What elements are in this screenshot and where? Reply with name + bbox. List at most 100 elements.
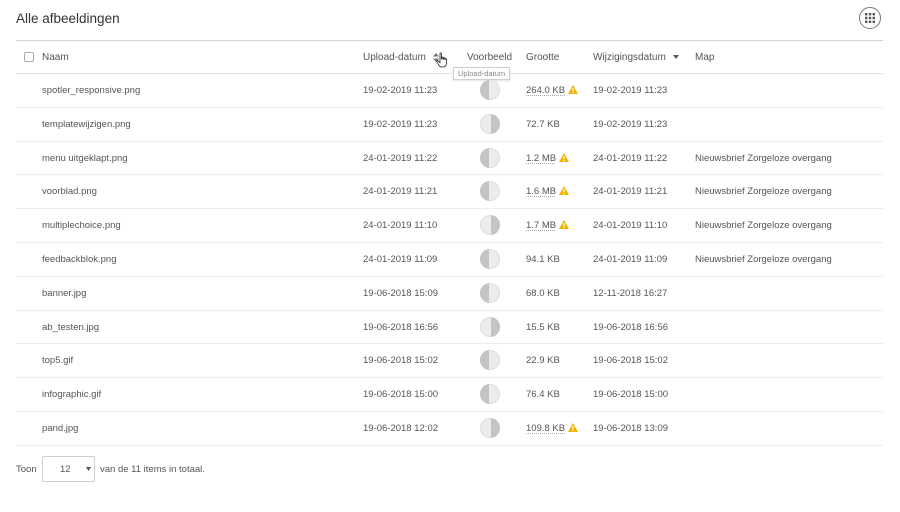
- table-row[interactable]: infographic.gif 19-06-2018 15:00 76.4 KB 19…: [16, 378, 883, 412]
- modified-date: 19-06-2018 15:02: [593, 355, 669, 367]
- grid-icon: [865, 13, 875, 23]
- upload-date: 19-06-2018 16:56: [363, 321, 439, 333]
- total-items-label: van de 11 items in totaal.: [100, 464, 205, 475]
- warning-icon: [568, 422, 579, 432]
- table-row[interactable]: banner.jpg 19-06-2018 15:09 68.0 KB 12-11-2…: [16, 277, 883, 311]
- image-preview-thumbnail[interactable]: [480, 80, 500, 100]
- file-size-value: 22.9 KB: [526, 355, 560, 367]
- file-size: 94.1 KB: [526, 254, 560, 265]
- folder-name: Nieuwsbrief Zorgeloze overgang: [695, 253, 832, 265]
- table-row[interactable]: templatewijzigen.png 19-02-2019 11:23 72.7…: [16, 108, 883, 142]
- file-size-value: 94.1 KB: [526, 253, 560, 265]
- show-label: Toon: [16, 464, 37, 475]
- image-preview-thumbnail[interactable]: [480, 350, 500, 371]
- file-name[interactable]: menu uitgeklapt.png: [42, 153, 128, 164]
- image-preview-thumbnail[interactable]: [480, 113, 500, 134]
- warning-icon: [559, 220, 570, 230]
- image-preview-thumbnail[interactable]: [480, 282, 500, 303]
- file-name[interactable]: ab_testen.jpg: [42, 322, 99, 333]
- table-row[interactable]: ab_testen.jpg 19-06-2018 16:56 15.5 KB 19-0…: [16, 311, 883, 345]
- table-row[interactable]: multiplechoice.png 24-01-2019 11:10 1.7 MB…: [16, 209, 883, 243]
- column-header-preview: Voorbeeld: [467, 52, 513, 63]
- file-name[interactable]: pand.jpg: [42, 423, 78, 434]
- file-size-value: 68.0 KB: [526, 287, 560, 299]
- upload-date: 19-06-2018 15:00: [363, 389, 439, 401]
- table-row[interactable]: voorblad.png 24-01-2019 11:21 1.6 MB 24-01-…: [16, 175, 883, 210]
- chevron-down-icon: [86, 467, 91, 471]
- select-all-checkbox[interactable]: [24, 52, 34, 62]
- modified-date: 19-02-2019 11:23: [593, 85, 668, 96]
- upload-date: 24-01-2019 11:21: [363, 186, 438, 198]
- file-name[interactable]: feedbackblok.png: [42, 254, 116, 265]
- table-row[interactable]: feedbackblok.png 24-01-2019 11:09 94.1 KB 2…: [16, 243, 883, 277]
- image-preview-thumbnail[interactable]: [480, 316, 500, 337]
- folder-name: Nieuwsbrief Zorgeloze overgang: [695, 186, 832, 198]
- file-name[interactable]: top5.gif: [42, 355, 73, 366]
- modified-date: 24-01-2019 11:21: [593, 186, 668, 198]
- modified-date: 19-06-2018 16:56: [593, 321, 669, 333]
- table-body: spotler_responsive.png 19-02-2019 11:23 26…: [16, 74, 883, 446]
- file-name[interactable]: infographic.gif: [42, 389, 101, 400]
- file-size: 76.4 KB: [526, 389, 560, 400]
- table-row[interactable]: menu uitgeklapt.png 24-01-2019 11:22 1.2 M…: [16, 142, 883, 176]
- upload-date: 19-06-2018 15:09: [363, 287, 439, 299]
- file-name[interactable]: banner.jpg: [42, 288, 86, 299]
- file-size-value: 1.2 MB: [526, 152, 557, 164]
- table-row[interactable]: pand.jpg 19-06-2018 12:02 109.8 KB 19-06-20…: [16, 412, 883, 446]
- modified-date: 24-01-2019 11:22: [593, 152, 668, 164]
- file-size-value: 1.6 MB: [526, 186, 557, 198]
- table-header: Naam Upload-datum Voorbeeld Grootte Wijz…: [16, 41, 883, 74]
- table-row[interactable]: spotler_responsive.png 19-02-2019 11:23 26…: [16, 74, 883, 108]
- upload-date: 19-06-2018 12:02: [363, 422, 439, 434]
- column-header-upload-date[interactable]: Upload-datum: [363, 52, 439, 63]
- image-preview-thumbnail[interactable]: [480, 147, 500, 168]
- folder-name: Nieuwsbrief Zorgeloze overgang: [695, 220, 832, 232]
- file-size-value: 72.7 KB: [526, 118, 560, 130]
- file-size-value: 15.5 KB: [526, 321, 560, 333]
- image-preview-thumbnail[interactable]: [480, 248, 500, 269]
- file-size: 68.0 KB: [526, 288, 560, 299]
- modified-date: 24-01-2019 11:09: [593, 253, 668, 265]
- file-name[interactable]: voorblad.png: [42, 186, 97, 197]
- image-preview-thumbnail[interactable]: [480, 181, 500, 202]
- upload-date: 24-01-2019 11:09: [363, 253, 438, 265]
- upload-date: 19-02-2019 11:23: [363, 118, 438, 130]
- grid-view-button[interactable]: [859, 7, 881, 29]
- file-size-value: 76.4 KB: [526, 389, 560, 401]
- upload-date: 19-02-2019 11:23: [363, 85, 438, 96]
- file-size: 15.5 KB: [526, 322, 560, 333]
- image-preview-thumbnail[interactable]: [480, 417, 500, 438]
- modified-date: 19-02-2019 11:23: [593, 118, 668, 130]
- hand-cursor-icon: [436, 52, 447, 68]
- modified-date: 12-11-2018 16:27: [593, 287, 668, 299]
- file-name[interactable]: templatewijzigen.png: [42, 119, 131, 130]
- page-size-value: 12: [60, 464, 71, 475]
- column-header-map[interactable]: Map: [695, 52, 714, 63]
- page-title: Alle afbeeldingen: [16, 11, 120, 26]
- file-size-value: 109.8 KB: [526, 422, 566, 434]
- file-size: 1.6 MB: [526, 186, 570, 198]
- image-preview-thumbnail[interactable]: [480, 215, 500, 236]
- folder-name: Nieuwsbrief Zorgeloze overgang: [695, 152, 832, 164]
- file-size: 1.2 MB: [526, 152, 570, 164]
- upload-date: 19-06-2018 15:02: [363, 355, 439, 367]
- file-size: 22.9 KB: [526, 355, 560, 366]
- file-size: 1.7 MB: [526, 220, 570, 232]
- image-preview-thumbnail[interactable]: [480, 384, 500, 405]
- modified-date: 19-06-2018 13:09: [593, 422, 669, 434]
- file-name[interactable]: spotler_responsive.png: [42, 85, 140, 96]
- upload-date: 24-01-2019 11:22: [363, 152, 438, 164]
- sort-desc-icon: [672, 55, 679, 60]
- warning-icon: [559, 152, 570, 162]
- column-header-name[interactable]: Naam: [42, 52, 69, 63]
- upload-date: 24-01-2019 11:10: [363, 220, 438, 232]
- warning-icon: [559, 186, 570, 196]
- page-size-select[interactable]: 12: [42, 456, 95, 482]
- column-header-modified-date[interactable]: Wijzigingsdatum: [593, 52, 679, 63]
- file-size-value: 1.7 MB: [526, 220, 557, 232]
- modified-date: 19-06-2018 15:00: [593, 389, 669, 401]
- file-name[interactable]: multiplechoice.png: [42, 220, 121, 231]
- file-size: 264.0 KB: [526, 85, 579, 96]
- column-header-size[interactable]: Grootte: [526, 52, 559, 63]
- table-row[interactable]: top5.gif 19-06-2018 15:02 22.9 KB 19-06-201…: [16, 344, 883, 379]
